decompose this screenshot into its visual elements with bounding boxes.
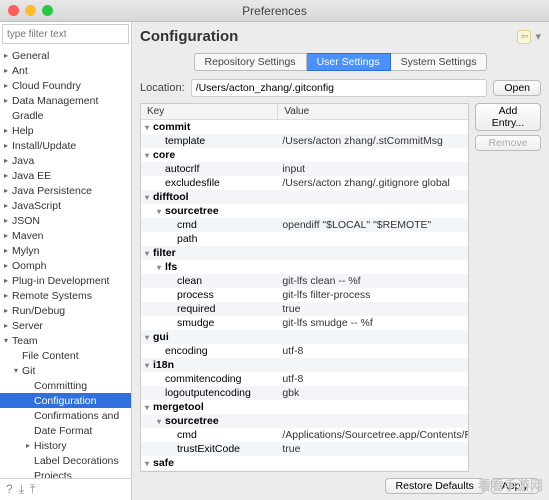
apply-button[interactable]: Apply (491, 478, 539, 494)
table-row[interactable]: logoutputencodinggbk (141, 386, 468, 400)
preferences-window: Preferences ▸General▸Ant▸Cloud Foundry▸D… (0, 0, 549, 500)
table-row[interactable]: excludesfile/Users/acton zhang/.gitignor… (141, 176, 468, 190)
table-row[interactable]: ▾safe (141, 456, 468, 470)
sidebar-item-general[interactable]: ▸General (0, 48, 131, 63)
sidebar-item-team[interactable]: ▾Team (0, 333, 131, 348)
sidebar-item-mylyn[interactable]: ▸Mylyn (0, 243, 131, 258)
page-title: Configuration (140, 28, 238, 45)
tab-system-settings[interactable]: System Settings (391, 53, 488, 71)
sidebar-item-help[interactable]: ▸Help (0, 123, 131, 138)
sidebar-item-date-format[interactable]: Date Format (0, 423, 131, 438)
sidebar-item-maven[interactable]: ▸Maven (0, 228, 131, 243)
window-title: Preferences (0, 4, 549, 18)
table-row[interactable]: encodingutf-8 (141, 344, 468, 358)
dropdown-icon[interactable]: ▾ (535, 30, 541, 43)
sidebar-item-ant[interactable]: ▸Ant (0, 63, 131, 78)
sidebar-item-server[interactable]: ▸Server (0, 318, 131, 333)
table-row[interactable]: ▾difftool (141, 190, 468, 204)
sidebar-item-history[interactable]: ▸History (0, 438, 131, 453)
table-row[interactable]: template/Users/acton zhang/.stCommitMsg (141, 134, 468, 148)
table-row[interactable]: ▾gui (141, 330, 468, 344)
tab-repository-settings[interactable]: Repository Settings (194, 53, 307, 71)
table-row[interactable]: path (141, 232, 468, 246)
table-row[interactable]: cmdopendiff "$LOCAL" "$REMOTE" (141, 218, 468, 232)
sidebar-item-confirmations-and[interactable]: Confirmations and (0, 408, 131, 423)
table-row[interactable]: smudgegit-lfs smudge -- %f (141, 316, 468, 330)
table-row[interactable]: autocrlfinput (141, 162, 468, 176)
table-row[interactable]: ▾sourcetree (141, 414, 468, 428)
location-input[interactable] (191, 79, 488, 97)
sidebar-item-projects[interactable]: Projects (0, 468, 131, 478)
table-row[interactable]: ▾lfs (141, 260, 468, 274)
table-row[interactable]: ▾sourcetree (141, 204, 468, 218)
titlebar: Preferences (0, 0, 549, 22)
sidebar-item-run-debug[interactable]: ▸Run/Debug (0, 303, 131, 318)
table-row[interactable]: processgit-lfs filter-process (141, 288, 468, 302)
sidebar-item-java-persistence[interactable]: ▸Java Persistence (0, 183, 131, 198)
table-row[interactable]: ▾filter (141, 246, 468, 260)
import-icon[interactable]: ⤓ (19, 482, 24, 497)
sidebar-item-install-update[interactable]: ▸Install/Update (0, 138, 131, 153)
back-forward-icon[interactable]: ⇦ (517, 30, 531, 44)
table-row[interactable]: commitencodingutf-8 (141, 372, 468, 386)
help-icon[interactable]: ? (6, 482, 13, 497)
table-row[interactable]: ▾i18n (141, 358, 468, 372)
export-icon[interactable]: ⤒ (30, 482, 35, 497)
restore-defaults-button[interactable]: Restore Defaults (385, 478, 485, 494)
sidebar-item-json[interactable]: ▸JSON (0, 213, 131, 228)
table-row[interactable]: cleangit-lfs clean -- %f (141, 274, 468, 288)
sidebar-item-data-management[interactable]: ▸Data Management (0, 93, 131, 108)
toolbar-actions: ⇦ ▾ (517, 30, 541, 44)
sidebar-item-plug-in-development[interactable]: ▸Plug-in Development (0, 273, 131, 288)
table-row[interactable]: requiredtrue (141, 302, 468, 316)
filter-input[interactable] (2, 24, 129, 44)
sidebar-item-javascript[interactable]: ▸JavaScript (0, 198, 131, 213)
sidebar-item-file-content[interactable]: File Content (0, 348, 131, 363)
table-row[interactable]: trustExitCodetrue (141, 442, 468, 456)
table-row[interactable]: cmd/Applications/Sourcetree.app/Contents… (141, 428, 468, 442)
remove-button: Remove (475, 135, 541, 151)
preferences-tree[interactable]: ▸General▸Ant▸Cloud Foundry▸Data Manageme… (0, 46, 131, 478)
col-value[interactable]: Value (278, 104, 468, 119)
sidebar-item-committing[interactable]: Committing (0, 378, 131, 393)
sidebar-item-gradle[interactable]: Gradle (0, 108, 131, 123)
col-key[interactable]: Key (141, 104, 278, 119)
sidebar-item-java-ee[interactable]: ▸Java EE (0, 168, 131, 183)
table-row[interactable]: directory/usr/local/Homebrew/Library/Tap… (141, 470, 468, 471)
open-button[interactable]: Open (493, 80, 541, 96)
table-row[interactable]: ▾commit (141, 120, 468, 134)
sidebar-item-java[interactable]: ▸Java (0, 153, 131, 168)
preferences-sidebar: ▸General▸Ant▸Cloud Foundry▸Data Manageme… (0, 22, 132, 500)
sidebar-item-remote-systems[interactable]: ▸Remote Systems (0, 288, 131, 303)
table-row[interactable]: ▾core (141, 148, 468, 162)
main-panel: Configuration ⇦ ▾ Repository Settings Us… (132, 22, 549, 500)
tab-user-settings[interactable]: User Settings (307, 53, 391, 71)
settings-tabs: Repository Settings User Settings System… (140, 53, 541, 71)
add-entry-button[interactable]: Add Entry... (475, 103, 541, 131)
sidebar-item-configuration[interactable]: Configuration (0, 393, 131, 408)
config-table[interactable]: Key Value ▾committemplate/Users/acton zh… (140, 103, 469, 472)
table-row[interactable]: ▾mergetool (141, 400, 468, 414)
location-label: Location: (140, 82, 185, 94)
sidebar-footer: ? ⤓ ⤒ (0, 478, 131, 500)
sidebar-item-oomph[interactable]: ▸Oomph (0, 258, 131, 273)
sidebar-item-cloud-foundry[interactable]: ▸Cloud Foundry (0, 78, 131, 93)
sidebar-item-label-decorations[interactable]: Label Decorations (0, 453, 131, 468)
sidebar-item-git[interactable]: ▾Git (0, 363, 131, 378)
